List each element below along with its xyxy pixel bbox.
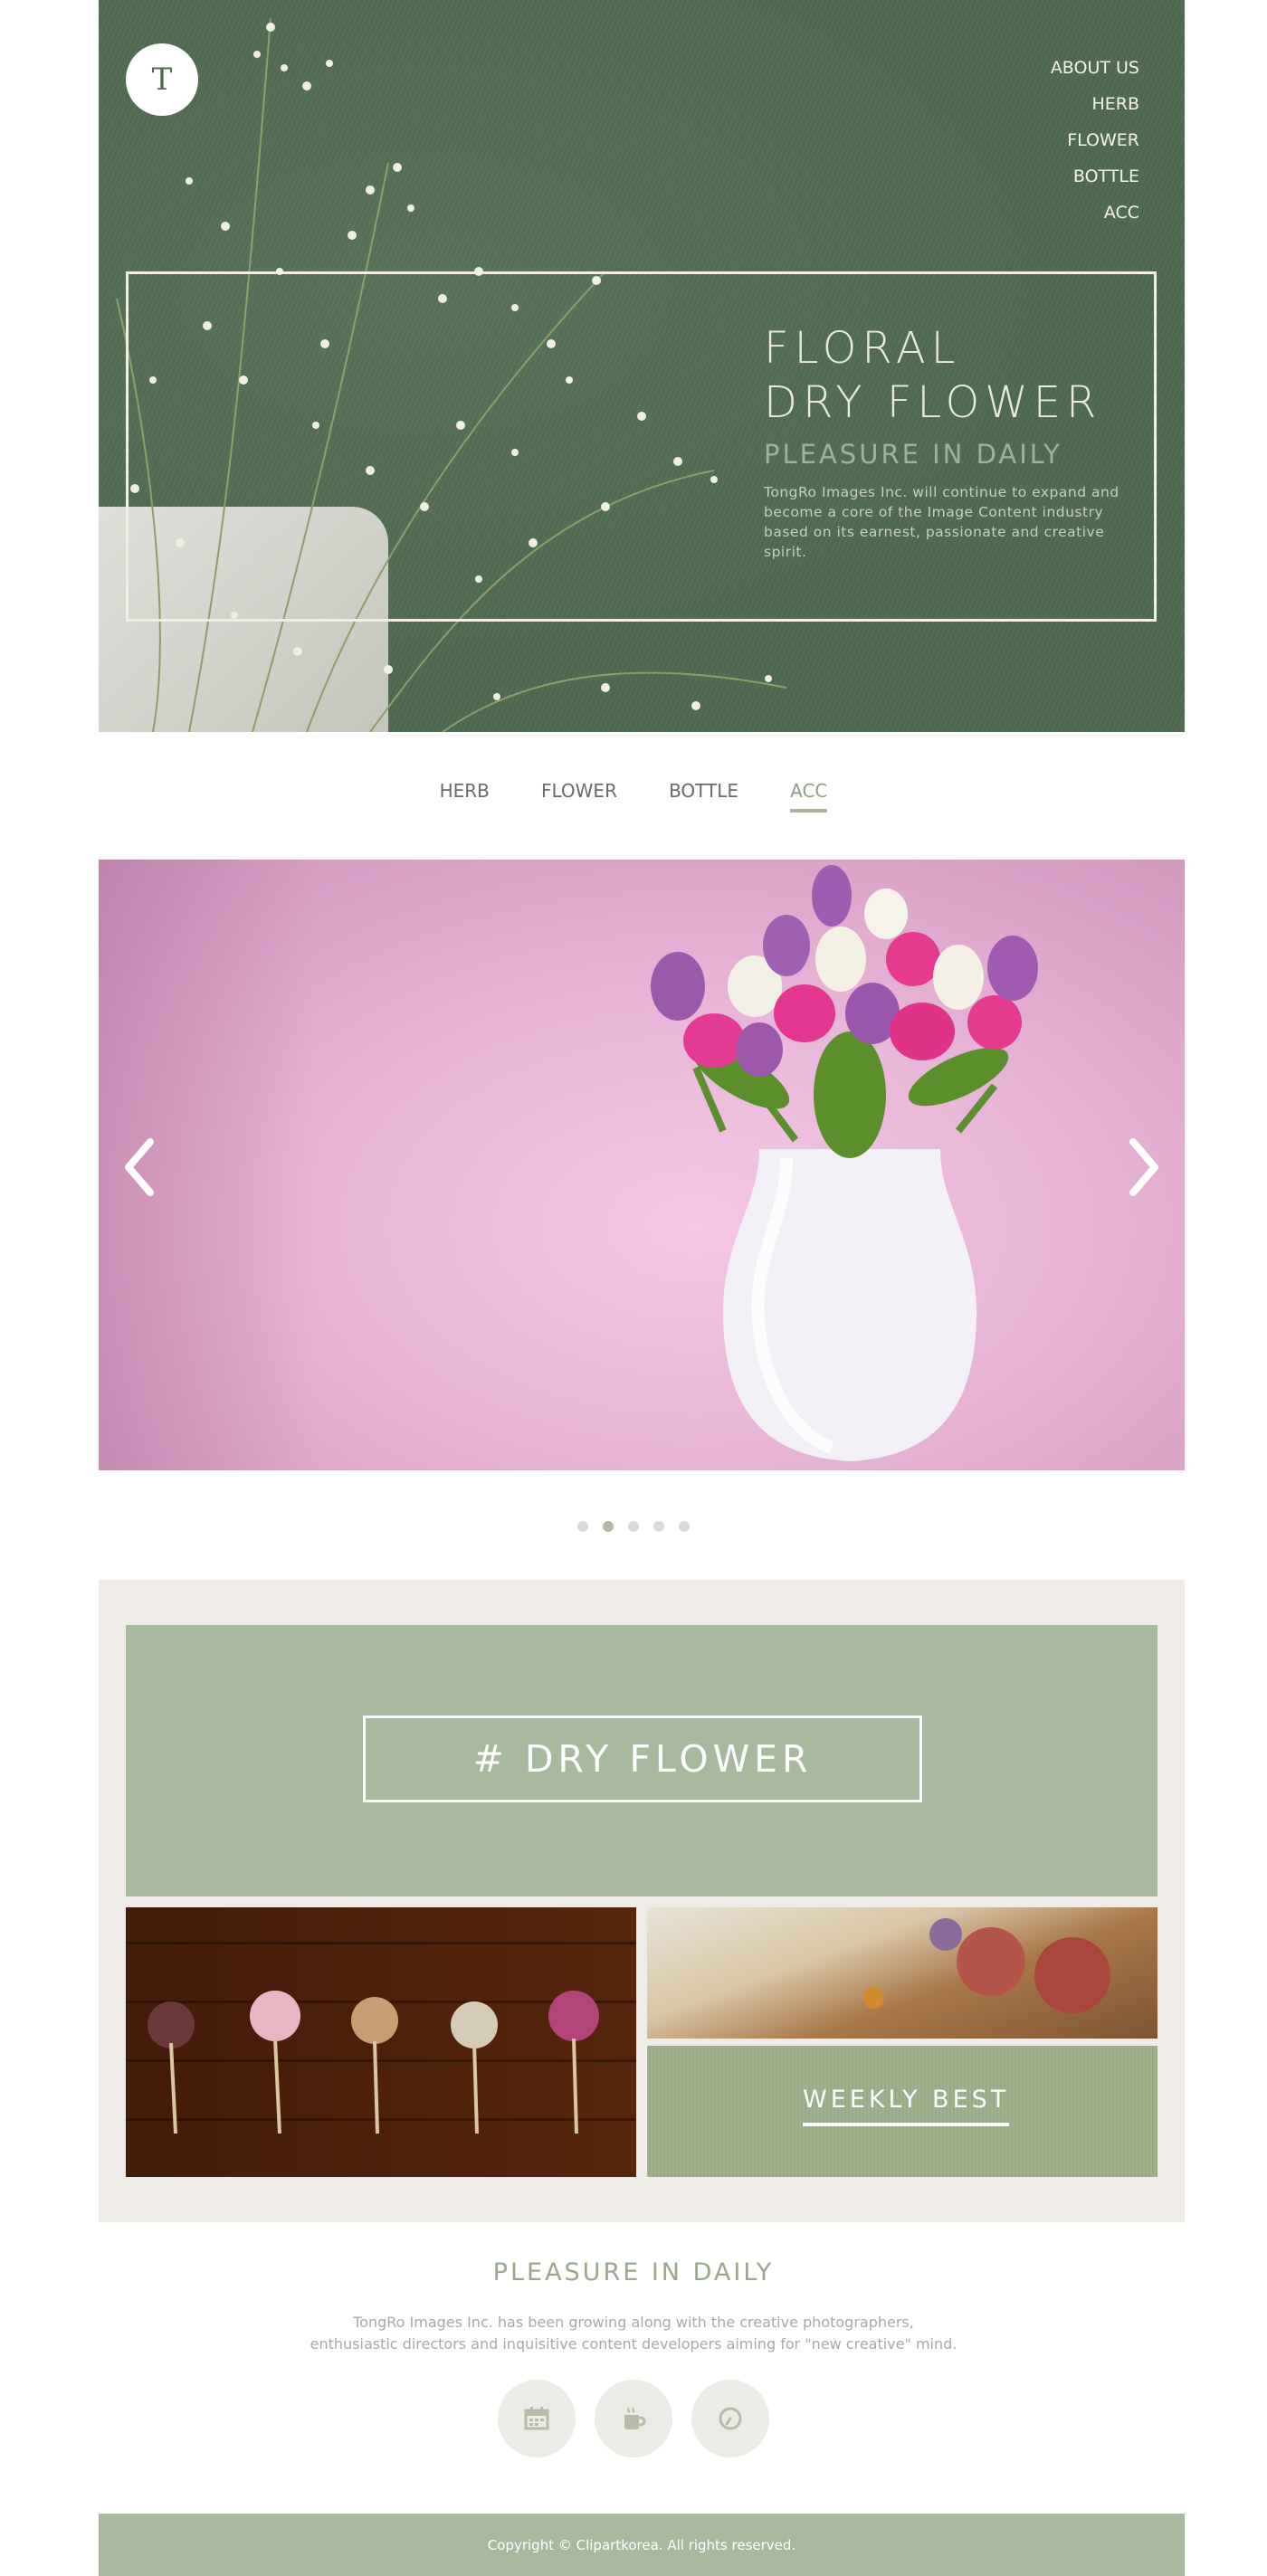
nav-about-us[interactable]: ABOUT US	[1051, 50, 1139, 86]
logo-letter: T	[151, 62, 173, 98]
slider-dot-1[interactable]	[577, 1521, 588, 1532]
top-nav: ABOUT US HERB FLOWER BOTTLE ACC	[1051, 50, 1139, 231]
cup-button[interactable]	[595, 2380, 672, 2457]
hero-description: TongRo Images Inc. will continue to expa…	[764, 484, 1119, 560]
clock-icon	[719, 2407, 742, 2430]
chevron-right-icon	[1129, 1138, 1158, 1196]
hero-title-line2: DRY FLOWER	[764, 377, 1102, 428]
nav-acc[interactable]: ACC	[1051, 195, 1139, 231]
dried-bouquets-illustration	[148, 1991, 599, 2134]
footer: Copyright © Clipartkorea. All rights res…	[99, 2514, 1185, 2576]
hero-title-line1: FLORAL	[764, 323, 961, 374]
dried-bouquets-photo[interactable]	[126, 1907, 636, 2177]
peony-illustration	[862, 1918, 1110, 2013]
clock-button[interactable]	[691, 2380, 770, 2457]
calendar-icon	[524, 2407, 549, 2430]
cup-icon	[624, 2407, 646, 2429]
nav-bottle[interactable]: BOTTLE	[1051, 158, 1139, 195]
slider-dot-2[interactable]	[603, 1521, 614, 1532]
pleasure-text-line2: enthusiastic directors and inquisitive c…	[310, 2335, 957, 2353]
feature-section: # DRY FLOWER WEEKLY BEST	[99, 1580, 1185, 2222]
hero-text: FLORAL DRY FLOWER PLEASURE IN DAILY Tong…	[764, 321, 1144, 562]
slider-pagination	[0, 1518, 1267, 1535]
category-tabs: HERB FLOWER BOTTLE ACC	[0, 780, 1267, 813]
slider-dot-4[interactable]	[653, 1521, 664, 1532]
hero-subtitle: PLEASURE IN DAILY	[764, 439, 1062, 470]
slider-next-button[interactable]	[1117, 1131, 1171, 1203]
image-slider	[99, 860, 1185, 1470]
slider-prev-button[interactable]	[112, 1131, 167, 1203]
tulip-bouquet-image	[651, 865, 1038, 1461]
tab-herb[interactable]: HERB	[440, 780, 490, 811]
peony-flowers-photo[interactable]	[647, 1907, 1157, 2039]
weekly-best-tile[interactable]: WEEKLY BEST	[647, 2046, 1157, 2177]
slider-dot-5[interactable]	[679, 1521, 690, 1532]
calendar-button[interactable]	[497, 2380, 576, 2457]
chevron-left-icon	[125, 1138, 154, 1196]
pleasure-title: PLEASURE IN DAILY	[492, 2258, 775, 2286]
tab-acc[interactable]: ACC	[790, 780, 828, 813]
pleasure-text-line1: TongRo Images Inc. has been growing alon…	[353, 2314, 914, 2331]
pleasure-text: TongRo Images Inc. has been growing alon…	[0, 2312, 1267, 2355]
tab-bottle[interactable]: BOTTLE	[669, 780, 738, 811]
hero-section: T ABOUT US HERB FLOWER BOTTLE ACC FLORAL…	[99, 0, 1185, 732]
slider-dot-3[interactable]	[628, 1521, 639, 1532]
footer-copyright: Copyright © Clipartkorea. All rights res…	[487, 2536, 796, 2553]
pleasure-icons	[0, 2380, 1267, 2457]
nav-herb[interactable]: HERB	[1051, 86, 1139, 122]
tab-flower[interactable]: FLOWER	[541, 780, 617, 811]
nav-flower[interactable]: FLOWER	[1051, 122, 1139, 158]
weekly-best-label: WEEKLY BEST	[803, 2086, 1010, 2126]
logo[interactable]: T	[126, 43, 198, 116]
dry-flower-banner: # DRY FLOWER	[126, 1625, 1157, 1896]
dry-flower-button[interactable]: # DRY FLOWER	[363, 1716, 922, 1802]
